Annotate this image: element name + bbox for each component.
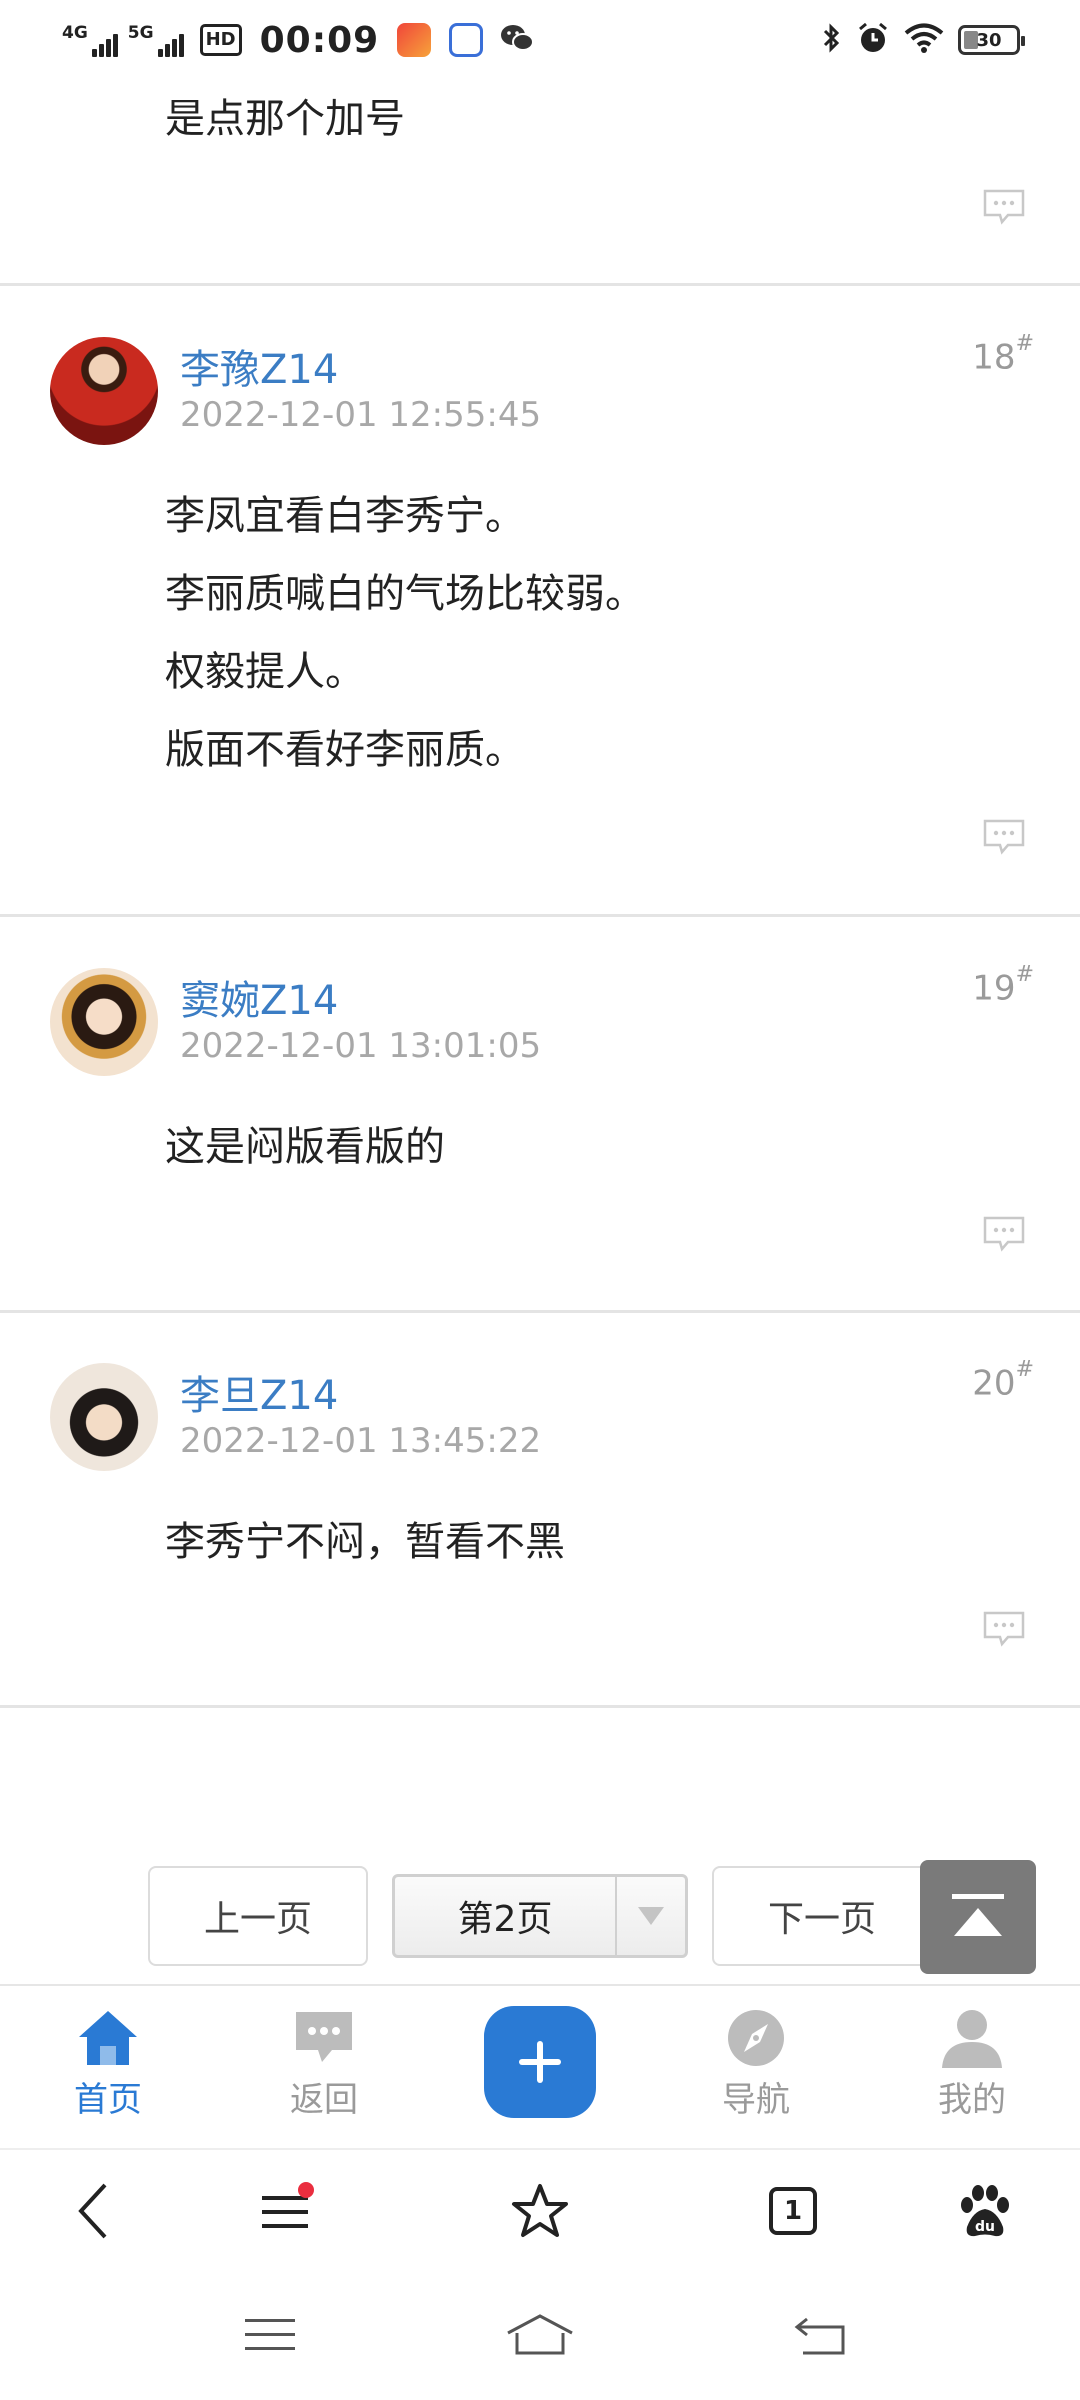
signal-4g-icon: 4G	[62, 23, 118, 57]
back-to-top-button[interactable]	[920, 1860, 1036, 1974]
system-back-button[interactable]	[790, 2310, 850, 2360]
post-time: 2022-12-01 13:45:22	[180, 1421, 542, 1461]
browser-toolbar: 1 du	[0, 2148, 1080, 2268]
baidu-paw-icon: du	[961, 2185, 1009, 2237]
post-line: 权毅提人。	[165, 649, 365, 695]
status-left: 4G 5G HD 00:09	[62, 20, 535, 61]
battery-icon: 30	[958, 25, 1025, 55]
reply-icon[interactable]	[982, 188, 1026, 226]
floor-number: 19#	[972, 962, 1034, 1009]
hd-icon: HD	[199, 24, 242, 56]
post-line: 版面不看好李丽质。	[165, 727, 525, 773]
recents-icon	[245, 2319, 295, 2350]
home-outline-icon	[507, 2314, 573, 2355]
star-icon	[512, 2184, 568, 2237]
avatar[interactable]	[50, 337, 158, 445]
wifi-icon	[904, 22, 944, 58]
chat-bubble-icon	[296, 2012, 352, 2062]
post-body: 李秀宁不闷，暂看不黑	[165, 1503, 565, 1581]
post-line: 李凤宜看白李秀宁。	[165, 493, 525, 539]
avatar[interactable]	[50, 1363, 158, 1471]
post-line: 李丽质喊白的气场比较弱。	[165, 571, 645, 617]
chevron-down-icon	[615, 1877, 685, 1955]
tab-back[interactable]: 返回	[254, 2008, 394, 2121]
bookmark-button[interactable]	[505, 2176, 575, 2246]
reply-icon[interactable]	[982, 1610, 1026, 1648]
post-body-text: 是点那个加号	[165, 96, 405, 142]
divider	[0, 1705, 1080, 1708]
page-select[interactable]: 第2页	[392, 1874, 688, 1958]
post-body: 这是闷版看版的	[165, 1108, 445, 1186]
compass-icon	[728, 2010, 784, 2066]
tab-count: 1	[769, 2187, 817, 2235]
bluetooth-icon	[822, 22, 842, 58]
prev-page-button[interactable]: 上一页	[148, 1866, 368, 1966]
home-icon	[79, 2011, 137, 2065]
add-post-button[interactable]	[484, 2006, 596, 2118]
app-notification-icon	[397, 23, 432, 57]
status-right: 30	[822, 21, 1025, 59]
browser-back-button[interactable]	[58, 2176, 128, 2246]
status-bar: 4G 5G HD 00:09 30	[0, 0, 1080, 80]
tab-mine[interactable]: 我的	[902, 2008, 1042, 2121]
bottom-tab-bar: 首页 返回 导航 我的	[0, 1984, 1080, 2146]
floor-number: 18#	[972, 331, 1034, 378]
post-body: 李凤宜看白李秀宁。 李丽质喊白的气场比较弱。 权毅提人。 版面不看好李丽质。	[165, 477, 645, 789]
reply-icon[interactable]	[982, 1215, 1026, 1253]
notification-dot	[298, 2182, 314, 2198]
divider	[0, 283, 1080, 286]
avatar[interactable]	[50, 968, 158, 1076]
wechat-icon	[499, 22, 535, 58]
username-link[interactable]: 李豫Z14	[180, 337, 338, 395]
return-icon	[794, 2317, 845, 2355]
post-time: 2022-12-01 13:01:05	[180, 1026, 542, 1066]
tabs-button[interactable]: 1	[758, 2176, 828, 2246]
system-navigation	[0, 2270, 1080, 2400]
recent-apps-button[interactable]	[240, 2310, 300, 2360]
back-arrow-icon	[78, 2183, 107, 2239]
next-page-button[interactable]: 下一页	[712, 1866, 932, 1966]
baidu-notification-icon	[449, 23, 484, 57]
reply-icon[interactable]	[982, 818, 1026, 856]
username-link[interactable]: 窦婉Z14	[180, 968, 338, 1026]
divider	[0, 914, 1080, 917]
post-time: 2022-12-01 12:55:45	[180, 395, 542, 435]
signal-5g-icon: 5G	[128, 23, 184, 57]
baidu-button[interactable]: du	[950, 2176, 1020, 2246]
back-to-top-icon	[952, 1894, 1004, 1936]
tab-navigation[interactable]: 导航	[686, 2008, 826, 2121]
pagination: 上一页 第2页 下一页	[0, 1860, 1080, 1974]
svg-text:du: du	[975, 2219, 995, 2235]
browser-menu-button[interactable]	[250, 2176, 320, 2246]
page-select-value: 第2页	[457, 1899, 553, 1940]
divider	[0, 1310, 1080, 1313]
post-line: 这是闷版看版的	[165, 1124, 445, 1170]
tab-home[interactable]: 首页	[38, 2008, 178, 2121]
post-line: 李秀宁不闷，暂看不黑	[165, 1519, 565, 1565]
floor-number: 20#	[972, 1357, 1034, 1404]
home-button[interactable]	[505, 2310, 575, 2360]
alarm-icon	[856, 21, 890, 59]
plus-icon	[519, 2041, 561, 2083]
status-time: 00:09	[259, 19, 380, 61]
username-link[interactable]: 李旦Z14	[180, 1363, 338, 1421]
user-icon	[942, 2010, 1002, 2068]
